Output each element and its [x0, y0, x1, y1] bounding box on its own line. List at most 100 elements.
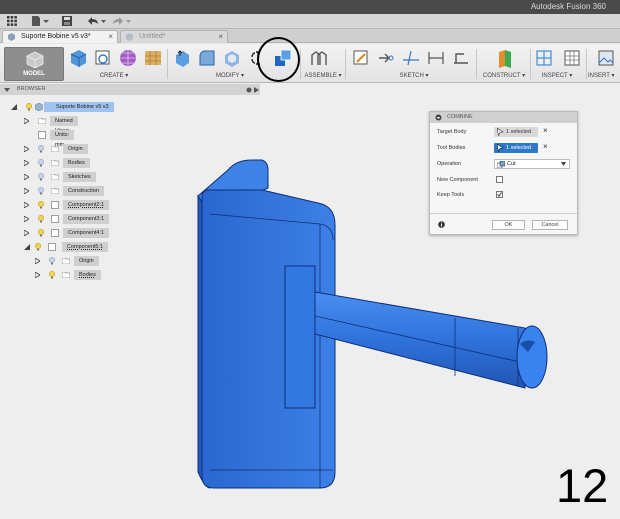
tab-untitled[interactable]: Untitled* × — [120, 30, 228, 43]
separator — [345, 49, 346, 79]
keep-tools-checkbox[interactable] — [496, 191, 503, 198]
stop-sketch-icon[interactable] — [451, 48, 471, 68]
visibility-bulb-icon[interactable] — [49, 257, 55, 265]
mesh-create-icon[interactable] — [143, 48, 163, 68]
visibility-bulb-icon[interactable] — [49, 271, 55, 279]
grid-menu-icon[interactable] — [5, 16, 19, 27]
clear-selection-icon[interactable]: × — [543, 126, 548, 135]
collapsed-arrow-icon[interactable] — [24, 174, 29, 180]
cursor-select-icon — [497, 128, 504, 136]
tab-label: Untitled* — [139, 33, 166, 40]
undo-icon[interactable] — [85, 16, 107, 27]
title-bar: Autodesk Fusion 360 — [0, 0, 620, 14]
redo-icon[interactable] — [110, 16, 132, 27]
chevron-down-icon — [561, 162, 566, 166]
modify-menu[interactable]: MODIFY ▾ — [206, 72, 254, 79]
separator — [167, 49, 168, 79]
visibility-bulb-icon[interactable] — [38, 229, 44, 237]
collapsed-arrow-icon[interactable] — [24, 188, 29, 194]
collapsed-arrow-icon[interactable] — [24, 202, 29, 208]
sketch-create-icon[interactable] — [93, 48, 113, 68]
fillet-icon[interactable] — [197, 48, 217, 68]
shell-icon[interactable] — [222, 48, 242, 68]
insert-menu[interactable]: INSERT ▾ — [588, 72, 620, 79]
inspect-grid-icon[interactable] — [562, 48, 582, 68]
press-pull-icon[interactable] — [172, 48, 192, 68]
visibility-bulb-icon[interactable] — [38, 173, 44, 181]
browser-header[interactable]: BROWSER — [0, 84, 260, 95]
visibility-bulb-icon[interactable] — [38, 215, 44, 223]
folder-icon — [51, 146, 59, 152]
file-menu-icon[interactable] — [30, 16, 50, 27]
folder-icon — [62, 258, 70, 264]
inspect-menu[interactable]: INSPECT ▾ — [537, 72, 577, 79]
assemble-menu[interactable]: ASSEMBLE ▾ — [301, 72, 345, 79]
workspace-switcher[interactable]: MODEL — [4, 47, 64, 81]
design-icon — [8, 33, 15, 41]
joint-icon[interactable] — [309, 48, 329, 68]
box-icon[interactable] — [68, 48, 88, 68]
expanded-arrow-icon[interactable] — [24, 244, 30, 250]
save-icon[interactable] — [60, 16, 74, 27]
ribbon-toolbar: MODEL CREATE ▾ MODIFY ▾ ASSEMBLE ▾ SKETC… — [0, 44, 620, 83]
sketch-arrow-icon[interactable] — [376, 48, 396, 68]
workspace-label: MODEL — [23, 71, 45, 77]
collapsed-arrow-icon[interactable] — [35, 272, 40, 278]
sketch-menu[interactable]: SKETCH ▾ — [393, 72, 435, 79]
info-icon[interactable] — [438, 221, 445, 228]
create-menu[interactable]: CREATE ▾ — [93, 72, 135, 79]
construct-plane-icon[interactable] — [495, 48, 515, 68]
measure-icon[interactable] — [534, 48, 554, 68]
tree-item-label: Bodies — [74, 270, 101, 280]
tree-root[interactable]: Suporte Bobine v5 v3 — [0, 102, 260, 113]
visibility-bulb-icon[interactable] — [38, 201, 44, 209]
expanded-arrow-icon[interactable] — [11, 104, 17, 110]
design-icon — [126, 33, 133, 41]
expand-panel-icon[interactable] — [254, 87, 259, 93]
collapsed-arrow-icon[interactable] — [24, 160, 29, 166]
target-body-value: 1 selected — [506, 129, 532, 135]
target-body-selector[interactable]: 1 selected — [494, 127, 538, 137]
sketch-dimension-icon[interactable] — [426, 48, 446, 68]
folder-icon — [51, 188, 59, 194]
visibility-bulb-icon[interactable] — [26, 103, 32, 111]
collapsed-arrow-icon[interactable] — [24, 146, 29, 152]
collapsed-arrow-icon[interactable] — [24, 118, 29, 124]
collapsed-arrow-icon[interactable] — [35, 258, 40, 264]
insert-image-icon[interactable] — [596, 48, 616, 68]
close-icon[interactable]: × — [218, 31, 223, 43]
quick-access-toolbar — [0, 14, 620, 29]
checkmark-icon — [497, 192, 502, 197]
tab-suporte-bobine[interactable]: Suporte Bobine v5 v3* × — [2, 30, 118, 43]
new-component-checkbox[interactable] — [496, 176, 503, 183]
form-sphere-icon[interactable] — [118, 48, 138, 68]
collapsed-arrow-icon[interactable] — [24, 216, 29, 222]
dialog-header[interactable]: COMBINE — [430, 112, 577, 123]
operation-dropdown[interactable]: Cut — [494, 159, 570, 169]
folder-icon — [38, 118, 46, 124]
separator — [476, 49, 477, 79]
create-sketch-icon[interactable] — [351, 48, 371, 68]
browser-title: BROWSER — [17, 86, 46, 92]
collapsed-arrow-icon[interactable] — [24, 230, 29, 236]
pin-icon[interactable] — [246, 87, 252, 93]
clear-selection-icon[interactable]: × — [543, 142, 548, 151]
highlight-circle — [257, 37, 300, 82]
visibility-bulb-icon[interactable] — [38, 159, 44, 167]
trim-icon[interactable] — [401, 48, 421, 68]
document-settings-icon — [38, 131, 46, 139]
construct-menu[interactable]: CONSTRUCT ▾ — [480, 72, 528, 79]
component-icon — [48, 243, 56, 251]
collapse-icon[interactable] — [4, 87, 10, 93]
separator — [586, 49, 587, 79]
cancel-button[interactable]: Cancel — [532, 220, 568, 230]
visibility-bulb-icon[interactable] — [38, 187, 44, 195]
visibility-bulb-icon[interactable] — [35, 243, 41, 251]
ok-button[interactable]: OK — [492, 220, 525, 230]
tool-bodies-selector[interactable]: 1 selected — [494, 143, 538, 153]
visibility-bulb-icon[interactable] — [38, 145, 44, 153]
folder-icon — [51, 160, 59, 166]
close-icon[interactable]: × — [108, 31, 113, 43]
keep-tools-label: Keep Tools — [437, 192, 465, 198]
dialog-collapse-icon[interactable] — [435, 114, 442, 121]
